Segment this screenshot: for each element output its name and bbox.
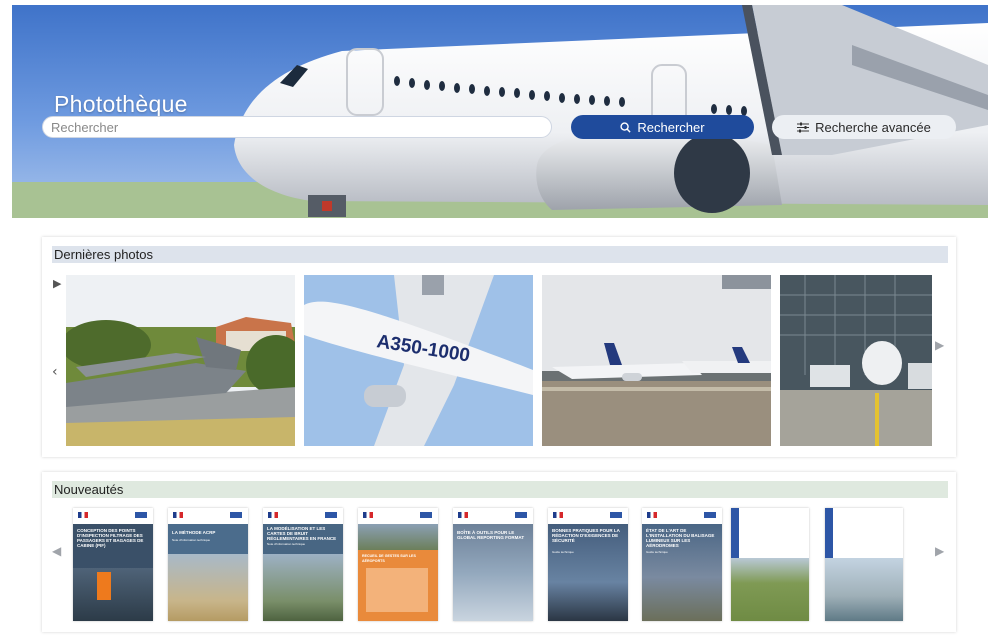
document-cover[interactable]: État de l'art de l'installation du balis…	[642, 508, 722, 621]
document-cover[interactable]: Boîte à outils pour le global reporting …	[453, 508, 533, 621]
sliders-icon	[797, 122, 810, 132]
search-icon	[620, 121, 631, 133]
play-icon[interactable]: ▶	[53, 277, 61, 291]
document-title: Boîte à outils pour le global reporting …	[457, 530, 525, 540]
carousel-next-button[interactable]: ▶	[935, 544, 944, 558]
document-subtitle: Guide technique	[646, 550, 668, 554]
document-title: La modélisation et les cartes de bruit r…	[267, 526, 337, 541]
search-button[interactable]: Rechercher	[571, 115, 754, 139]
document-cover[interactable]	[825, 508, 903, 621]
photo-thumbnail[interactable]	[542, 275, 771, 446]
latest-photos-section: Dernières photos ▶ ‹ ▶ A350-1000	[42, 237, 956, 457]
photo-image	[66, 275, 295, 446]
photo-image	[780, 275, 932, 446]
latest-photos-header: Dernières photos	[52, 246, 948, 263]
photo-thumbnail[interactable]	[780, 275, 932, 446]
photo-thumbnail[interactable]: A350-1000	[304, 275, 533, 446]
document-title: État de l'art de l'installation du balis…	[646, 528, 715, 548]
news-header: Nouveautés	[52, 481, 948, 498]
photo-thumbnail[interactable]	[66, 275, 295, 446]
advanced-search-button[interactable]: Recherche avancée	[772, 115, 956, 139]
document-title: Recueil de gestes sur les aéroports	[362, 554, 416, 563]
search-button-label: Rechercher	[637, 119, 705, 135]
document-title: Conception des points d'inspection filtr…	[77, 528, 144, 548]
news-section: Nouveautés ◀ ▶ Conception des points d'i…	[42, 472, 956, 632]
carousel-next-button[interactable]: ▶	[935, 338, 944, 352]
document-cover[interactable]: La modélisation et les cartes de bruit r…	[263, 508, 343, 621]
document-subtitle: Note d'information technique	[267, 542, 306, 546]
document-cover[interactable]: Recueil de gestes sur les aéroports	[358, 508, 438, 621]
search-input[interactable]	[42, 116, 552, 138]
document-cover[interactable]	[731, 508, 809, 621]
carousel-prev-button[interactable]: ◀	[52, 544, 61, 558]
document-cover[interactable]: Conception des points d'inspection filtr…	[73, 508, 153, 621]
document-title: Bonnes pratiques pour la rédaction d'exi…	[552, 528, 620, 543]
photo-image: A350-1000	[304, 275, 533, 446]
photo-image	[542, 275, 771, 446]
page-title: Photothèque	[54, 91, 188, 117]
advanced-search-label: Recherche avancée	[815, 119, 931, 135]
document-title: La méthode ACRP	[172, 530, 216, 535]
carousel-prev-button[interactable]: ‹	[52, 365, 58, 379]
document-cover[interactable]: Bonnes pratiques pour la rédaction d'exi…	[548, 508, 628, 621]
document-subtitle: Guide technique	[552, 550, 574, 554]
hero-banner: Photothèque	[12, 5, 988, 218]
document-subtitle: Note d'information technique	[172, 538, 211, 542]
document-cover[interactable]: La méthode ACRP Note d'information techn…	[168, 508, 248, 621]
